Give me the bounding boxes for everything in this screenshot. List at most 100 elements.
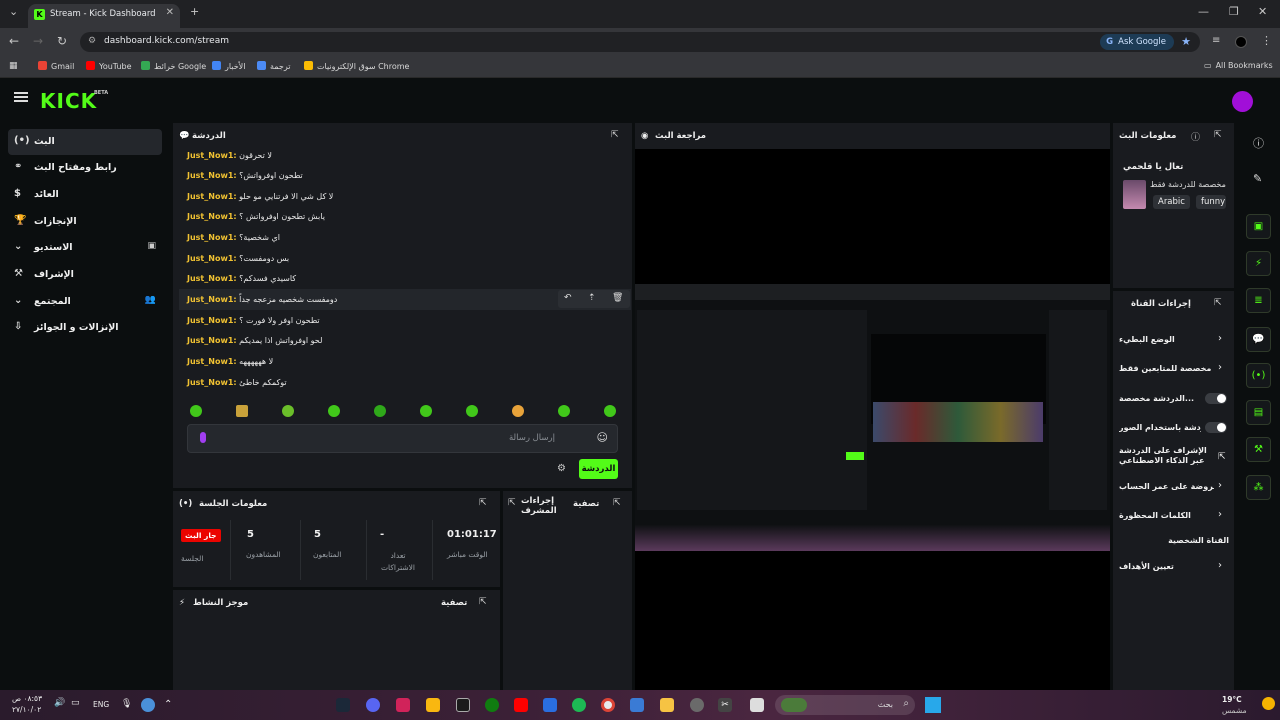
delete-icon[interactable]: 🗑 xyxy=(612,293,623,303)
account-age-item[interactable]: المفروضة على عمر الحساب xyxy=(1119,482,1214,491)
chat-message[interactable]: Just_Now1: اي شخصية؟ xyxy=(187,233,280,247)
popout-icon[interactable]: ⇱ xyxy=(613,498,621,508)
rail-list-button[interactable]: ≣ xyxy=(1246,288,1271,313)
chat-username[interactable]: Just_Now1: xyxy=(187,254,237,263)
activity-filter[interactable]: تصفية xyxy=(441,598,467,608)
mic-tray-icon[interactable]: 🎙 xyxy=(121,699,132,709)
volume-icon[interactable]: 🔊 xyxy=(54,698,65,708)
sidebar-item-revenue[interactable]: $ العائد xyxy=(8,182,162,208)
maximize-icon[interactable]: ❐ xyxy=(1229,5,1239,18)
obs-icon[interactable] xyxy=(690,698,704,712)
chat-message[interactable]: Just_Now1: لا كل شي الا فرتنايي مو حلو xyxy=(187,192,333,206)
popout-icon[interactable]: ⇱ xyxy=(1214,130,1222,140)
emote-icon[interactable] xyxy=(236,405,248,417)
tab-search-icon[interactable]: ⌄ xyxy=(9,5,18,18)
reply-icon[interactable]: ↶ xyxy=(564,293,572,303)
edit-pencil-icon[interactable]: ✎ xyxy=(1253,172,1262,185)
emote-icon[interactable] xyxy=(558,405,570,417)
close-window-icon[interactable]: ✕ xyxy=(1258,5,1267,18)
emote-icon[interactable] xyxy=(374,405,386,417)
mod-actions-filter[interactable]: تصفية xyxy=(573,499,599,509)
bookmark-star-icon[interactable]: ★ xyxy=(1181,35,1191,48)
bookmark-webstore[interactable]: سوق الإلكترونيات Chrome xyxy=(304,61,409,71)
reload-icon[interactable]: ↻ xyxy=(57,34,67,48)
app-icon[interactable] xyxy=(543,698,557,712)
mic-icon[interactable] xyxy=(200,432,206,443)
chevron-right-icon[interactable]: › xyxy=(1218,509,1222,520)
ai-moderation-item[interactable]: الإشراف على الدردشة عبر الذكاء الاصطناعي xyxy=(1119,446,1214,466)
close-tab-icon[interactable]: ✕ xyxy=(166,7,174,18)
chat-username[interactable]: Just_Now1: xyxy=(187,336,237,345)
spotify-icon[interactable] xyxy=(572,698,586,712)
taskbar-search[interactable]: ⌕ بحث xyxy=(775,695,915,715)
emote-icon[interactable] xyxy=(512,405,524,417)
chat-username[interactable]: Just_Now1: xyxy=(187,192,237,201)
sidebar-item-stream[interactable]: (•) البث xyxy=(8,129,162,155)
display-icon[interactable]: ▭ xyxy=(71,698,80,708)
new-tab-icon[interactable]: + xyxy=(190,5,199,18)
language-indicator[interactable]: ENG xyxy=(93,700,109,709)
set-goals-item[interactable]: تعيين الأهداف xyxy=(1119,562,1231,571)
youtube-app-icon[interactable] xyxy=(514,698,528,712)
sidebar-item-drops[interactable]: ⇩ الإنزالات و الجوائز xyxy=(8,315,162,341)
chat-message[interactable]: Just_Now1: لا تحرقون xyxy=(187,151,272,165)
chat-message[interactable]: Just_Now1: تطحون اوفرواتش؟ xyxy=(187,171,303,185)
bookmark-translate[interactable]: ترجمة xyxy=(257,61,291,71)
bookmark-youtube[interactable]: YouTube xyxy=(86,61,132,71)
send-chat-button[interactable]: الدردشة xyxy=(579,459,618,479)
stream-tag[interactable]: funny xyxy=(1196,195,1226,209)
ask-google-button[interactable]: Ask Google xyxy=(1100,34,1174,50)
chat-message[interactable]: Just_Now1: تطحون اوفر ولا فورت ؟ xyxy=(187,316,320,330)
rockstar-icon[interactable] xyxy=(426,698,440,712)
start-windows-icon[interactable] xyxy=(925,697,941,713)
chevron-up-icon[interactable]: ⌃ xyxy=(164,699,172,710)
chat-username[interactable]: Just_Now1: xyxy=(187,233,237,242)
tab-strip-icon[interactable]: ≡ xyxy=(1212,35,1220,46)
chrome-icon[interactable] xyxy=(601,698,615,712)
sidebar-item-achievements[interactable]: 🏆 الإنجازات xyxy=(8,209,162,235)
pin-icon[interactable]: ⇡ xyxy=(588,293,596,303)
emote-icon[interactable] xyxy=(604,405,616,417)
affinity-icon[interactable] xyxy=(396,698,410,712)
chevron-right-icon[interactable]: › xyxy=(1218,333,1222,344)
bookmark-news[interactable]: الأخبار xyxy=(212,61,245,71)
epic-games-icon[interactable] xyxy=(456,698,470,712)
banned-words-item[interactable]: الكلمات المحظورة xyxy=(1119,511,1231,520)
all-bookmarks[interactable]: ▭ All Bookmarks xyxy=(1204,61,1273,70)
store-icon[interactable] xyxy=(630,698,644,712)
slow-mode-item[interactable]: الوضع البطيء xyxy=(1119,335,1231,344)
minimize-icon[interactable]: — xyxy=(1198,5,1209,18)
chevron-right-icon[interactable]: › xyxy=(1218,480,1222,491)
popout-icon[interactable]: ⇱ xyxy=(479,498,487,508)
profile-avatar[interactable] xyxy=(1235,36,1247,48)
back-icon[interactable]: ← xyxy=(9,34,19,48)
chat-username[interactable]: Just_Now1: xyxy=(187,274,237,283)
weather-sun-icon[interactable] xyxy=(1262,697,1275,710)
emote-icon[interactable] xyxy=(466,405,478,417)
chat-username[interactable]: Just_Now1: xyxy=(187,212,237,221)
rail-chat-button[interactable]: 💬 xyxy=(1246,327,1271,352)
popout-icon[interactable]: ⇱ xyxy=(611,130,619,140)
rail-hammer-button[interactable]: ⚒ xyxy=(1246,437,1271,462)
chat-username[interactable]: Just_Now1: xyxy=(187,378,237,387)
chat-message[interactable]: Just_Now1: دومفست شخصيه مزعجه جداً xyxy=(187,295,337,309)
chat-message[interactable]: Just_Now1: يابش تطحون اوفرواتش ؟ xyxy=(187,212,325,226)
chat-username[interactable]: Just_Now1: xyxy=(187,295,237,304)
sidebar-item-studio[interactable]: ⌄ الاستديو ▣ xyxy=(8,235,162,261)
capcut-icon[interactable]: ✂ xyxy=(718,698,732,712)
emote-icon[interactable] xyxy=(328,405,340,417)
chat-username[interactable]: Just_Now1: xyxy=(187,357,237,366)
site-info-icon[interactable]: ⚙ xyxy=(88,36,96,46)
bookmark-maps[interactable]: خرائط Google xyxy=(141,61,206,71)
xbox-icon[interactable] xyxy=(485,698,499,712)
rail-media-button[interactable]: ▤ xyxy=(1246,400,1271,425)
browser-menu-icon[interactable]: ⋮ xyxy=(1261,34,1272,47)
followers-only-item[interactable]: دردشة مخصصة للمتابعين فقط xyxy=(1119,364,1214,373)
popout-icon[interactable]: ⇱ xyxy=(1214,298,1222,308)
rail-clip-button[interactable]: ▣ xyxy=(1246,214,1271,239)
emoji-icon[interactable]: ☺ xyxy=(597,431,608,444)
clock-date[interactable]: ٢٧/١٠/٠٢ xyxy=(12,705,41,714)
rail-lightning-button[interactable]: ⚡ xyxy=(1246,251,1271,276)
clock-time[interactable]: ٠٨:٥٣ ص xyxy=(12,694,42,703)
subscribers-only-toggle[interactable] xyxy=(1205,393,1227,404)
